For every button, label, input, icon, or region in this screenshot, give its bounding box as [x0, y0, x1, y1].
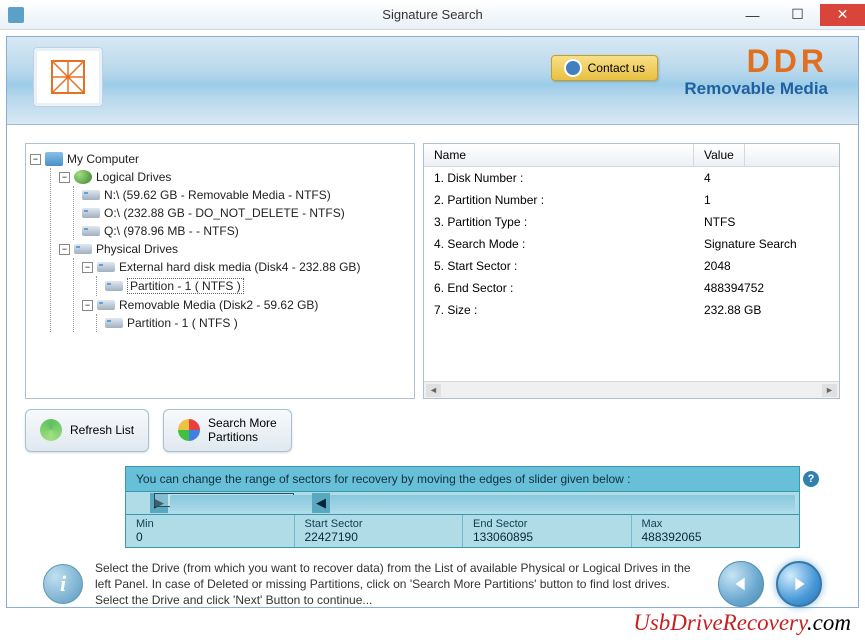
sector-slider[interactable]: ▶ ◀: [125, 491, 800, 515]
search-more-partitions-button[interactable]: Search More Partitions: [163, 409, 292, 452]
tree-disk-item[interactable]: − External hard disk media (Disk4 - 232.…: [82, 258, 410, 276]
sector-min: Min0: [126, 515, 295, 547]
property-row: 2. Partition Number :1: [424, 189, 839, 211]
sector-hint-text: You can change the range of sectors for …: [136, 472, 631, 486]
tree-drive-item[interactable]: O:\ (232.88 GB - DO_NOT_DELETE - NTFS): [82, 204, 410, 222]
close-button[interactable]: ✕: [820, 4, 865, 26]
main-frame: Contact us DDR Removable Media − My Comp…: [6, 36, 859, 608]
pie-chart-icon: [178, 419, 200, 441]
tree-collapse-icon[interactable]: −: [82, 300, 93, 311]
drive-icon: [82, 190, 100, 200]
scroll-left-icon[interactable]: ◄: [426, 384, 441, 397]
tree-collapse-icon[interactable]: −: [30, 154, 41, 165]
slider-handle-right-icon[interactable]: ◀: [312, 493, 330, 513]
drive-icon: [82, 226, 100, 236]
person-icon: [564, 59, 582, 77]
tree-root[interactable]: My Computer: [67, 152, 139, 166]
tree-partition-item[interactable]: Partition - 1 ( NTFS ): [105, 276, 410, 296]
property-row: 4. Search Mode :Signature Search: [424, 233, 839, 255]
tree-collapse-icon[interactable]: −: [82, 262, 93, 273]
refresh-label: Refresh List: [70, 423, 134, 437]
refresh-list-button[interactable]: Refresh List: [25, 409, 149, 452]
tree-collapse-icon[interactable]: −: [59, 244, 70, 255]
contact-label: Contact us: [588, 61, 645, 75]
minimize-button[interactable]: —: [730, 4, 775, 26]
property-row: 7. Size :232.88 GB: [424, 299, 839, 321]
tree-collapse-icon[interactable]: −: [59, 172, 70, 183]
globe-icon: [74, 170, 92, 184]
sector-start: Start Sector22427190: [295, 515, 464, 547]
drive-icon: [97, 262, 115, 272]
col-header-name[interactable]: Name: [424, 144, 694, 166]
drive-icon: [74, 244, 92, 254]
computer-icon: [45, 152, 63, 166]
drive-tree[interactable]: − My Computer − Logical Drives N:\ (59.6…: [25, 143, 415, 399]
property-row: 5. Start Sector :2048: [424, 255, 839, 277]
brand-subtitle: Removable Media: [684, 79, 828, 99]
brand: DDR Removable Media: [684, 45, 828, 99]
info-icon: i: [43, 564, 83, 604]
window-title: Signature Search: [382, 7, 482, 22]
tree-partition-item[interactable]: Partition - 1 ( NTFS ): [105, 314, 410, 332]
app-logo: [33, 47, 103, 107]
maximize-button[interactable]: ☐: [775, 4, 820, 26]
tree-drive-item[interactable]: Q:\ (978.96 MB - - NTFS): [82, 222, 410, 240]
tree-disk-item[interactable]: − Removable Media (Disk2 - 59.62 GB): [82, 296, 410, 314]
tree-logical-drives[interactable]: Logical Drives: [96, 170, 171, 184]
help-icon[interactable]: ?: [803, 471, 819, 487]
tree-drive-item[interactable]: N:\ (59.62 GB - Removable Media - NTFS): [82, 186, 410, 204]
refresh-icon: [40, 419, 62, 441]
sector-max: Max488392065: [632, 515, 800, 547]
drive-icon: [105, 318, 123, 328]
horizontal-scrollbar[interactable]: ◄ ►: [424, 381, 839, 398]
contact-us-button[interactable]: Contact us: [551, 55, 658, 81]
tree-physical-drives[interactable]: Physical Drives: [96, 242, 178, 256]
sector-end: End Sector133060895: [463, 515, 632, 547]
app-icon: [8, 7, 24, 23]
property-row: 6. End Sector :488394752: [424, 277, 839, 299]
property-grid: Name Value 1. Disk Number :4 2. Partitio…: [423, 143, 840, 399]
banner: Contact us DDR Removable Media: [7, 37, 858, 125]
search-more-label: Search More Partitions: [208, 416, 277, 445]
watermark: UsbDriveRecovery.com: [633, 610, 851, 636]
next-button[interactable]: [776, 561, 822, 607]
drive-icon: [105, 281, 123, 291]
drive-icon: [97, 300, 115, 310]
drive-icon: [82, 208, 100, 218]
titlebar: Signature Search — ☐ ✕: [0, 0, 865, 30]
sector-range-panel: You can change the range of sectors for …: [125, 466, 800, 548]
property-row: 1. Disk Number :4: [424, 167, 839, 189]
col-header-value[interactable]: Value: [694, 144, 745, 166]
back-button[interactable]: [718, 561, 764, 607]
slider-track[interactable]: [170, 495, 795, 511]
property-row: 3. Partition Type :NTFS: [424, 211, 839, 233]
footer-hint-text: Select the Drive (from which you want to…: [95, 560, 706, 609]
scroll-right-icon[interactable]: ►: [822, 384, 837, 397]
brand-title: DDR: [684, 45, 828, 77]
